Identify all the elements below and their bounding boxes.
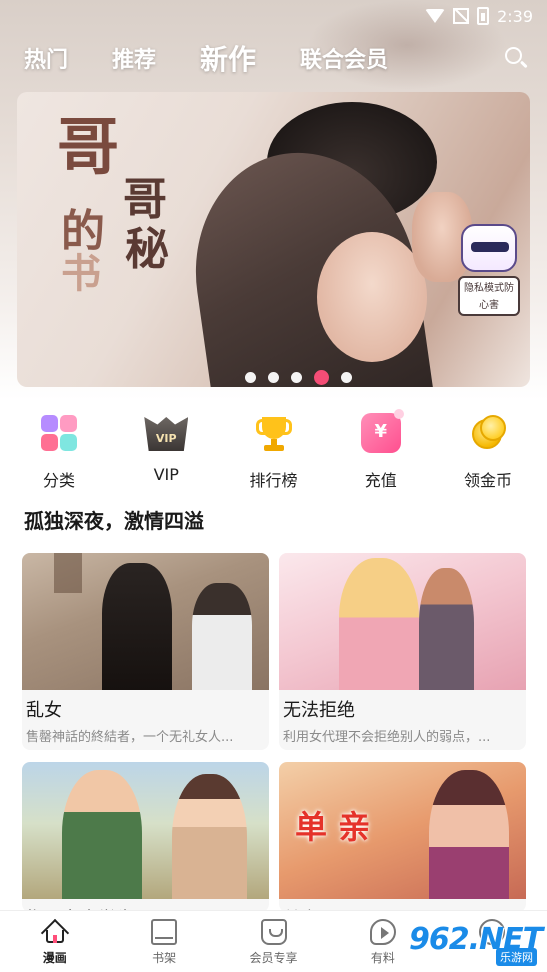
comic-cover [22, 553, 269, 690]
mascot-icon [461, 224, 517, 272]
menu-ranking-label: 排行榜 [249, 471, 298, 490]
nav-bookshelf-label: 书架 [152, 951, 177, 965]
top-tab-bar: 热门 推荐 新作 联合会员 [24, 36, 529, 80]
menu-recharge[interactable]: 充值 [346, 405, 416, 495]
comic-cover: 单 亲 [279, 762, 526, 899]
banner-title-char-4: 秘 [125, 224, 169, 275]
comic-card[interactable]: 指导女大学生 [22, 762, 269, 912]
privacy-mode-label: 隐私模式防心害 [458, 276, 520, 316]
menu-gold-coin[interactable]: 领金币 [453, 405, 523, 495]
recharge-icon [360, 409, 404, 453]
comic-cover [22, 762, 269, 899]
comic-card[interactable]: 无法拒绝 利用女代理不会拒绝别人的弱点，... [279, 553, 526, 750]
carousel-indicator [17, 369, 530, 385]
comic-description: 利用女代理不会拒绝别人的弱点，... [283, 730, 491, 745]
carousel-dot[interactable] [291, 371, 302, 383]
menu-category[interactable]: 分类 [24, 405, 94, 495]
comic-card[interactable]: 单 亲 单亲 [279, 762, 526, 912]
play-icon [369, 919, 396, 945]
banner-art-woman [317, 232, 427, 362]
cover-title-art: 单 亲 [295, 808, 371, 846]
banner-title-char-2: 哥 [123, 174, 167, 225]
tab-hot[interactable]: 热门 [24, 42, 68, 74]
comic-cover [279, 553, 526, 690]
search-icon[interactable] [503, 45, 529, 71]
bottom-navigation: 漫画 书架 会员专享 有料 [0, 910, 547, 972]
carousel-dot[interactable] [341, 371, 352, 383]
nav-member-label: 会员专享 [249, 951, 298, 965]
banner-title-char-3: 的 [61, 206, 105, 257]
nav-feed[interactable]: 有料 [328, 911, 437, 972]
comic-title: 无法拒绝 [283, 700, 355, 721]
nav-comics-label: 漫画 [42, 951, 67, 965]
member-icon [260, 919, 287, 945]
vip-crown-icon: VIP [144, 417, 189, 451]
comic-card[interactable]: 乱女 售罄神話的終結者，一个无礼女人... [22, 553, 269, 750]
tab-joint-member[interactable]: 联合会员 [300, 42, 388, 74]
section-title: 孤独深夜，激情四溢 [24, 509, 204, 533]
featured-banner[interactable]: 哥 哥 的 秘 书 隐私模式防心害 [17, 92, 530, 387]
status-time: 2:39 [497, 6, 533, 26]
bookshelf-icon [151, 919, 178, 945]
carousel-dot[interactable] [245, 371, 256, 383]
no-signal-icon [453, 8, 470, 24]
menu-ranking[interactable]: 排行榜 [239, 405, 309, 495]
battery-icon [477, 7, 490, 25]
tab-recommend[interactable]: 推荐 [112, 42, 156, 74]
menu-vip[interactable]: VIP VIP [131, 405, 201, 495]
comic-description: 售罄神話的終結者，一个无礼女人... [26, 730, 234, 745]
nav-bookshelf[interactable]: 书架 [109, 911, 218, 972]
home-icon [40, 918, 69, 948]
nav-feed-label: 有料 [370, 951, 395, 965]
privacy-mode-badge[interactable]: 隐私模式防心害 [458, 224, 520, 320]
gold-coin-icon [468, 413, 508, 453]
menu-gold-coin-label: 领金币 [463, 471, 512, 490]
banner-title-char-1: 哥 [57, 110, 122, 183]
carousel-dot[interactable] [268, 371, 279, 383]
status-bar: 2:39 [0, 0, 547, 32]
wifi-icon [425, 9, 446, 23]
nav-member[interactable]: 会员专享 [219, 911, 328, 972]
nav-comics[interactable]: 漫画 [0, 911, 109, 972]
profile-icon [479, 919, 506, 945]
nav-profile[interactable] [438, 911, 547, 972]
trophy-icon [254, 413, 294, 453]
menu-category-label: 分类 [42, 471, 75, 490]
tab-new[interactable]: 新作 [200, 38, 256, 78]
comic-title: 乱女 [26, 700, 62, 721]
category-grid-icon [39, 413, 79, 453]
menu-vip-label: VIP [153, 465, 179, 484]
carousel-dot-active[interactable] [314, 369, 329, 385]
quick-menu: 分类 VIP VIP 排行榜 充值 领金币 [0, 405, 547, 495]
menu-recharge-label: 充值 [364, 471, 397, 490]
banner-title-char-5: 书 [61, 250, 101, 297]
